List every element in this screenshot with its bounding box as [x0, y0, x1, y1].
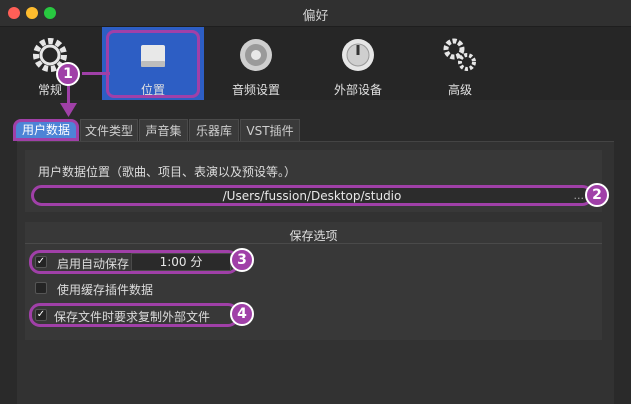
title-bar: 偏好	[0, 0, 631, 27]
location-highlight	[106, 30, 200, 98]
cache-plugin-checkbox[interactable]	[35, 282, 47, 294]
copy-external-checkbox[interactable]: ✓	[35, 309, 47, 321]
toolbar-label-external-devices: 外部设备	[333, 83, 382, 97]
location-path-field[interactable]: /Users/fussion/Desktop/studio ...	[31, 185, 593, 206]
cache-plugin-label: 使用缓存插件数据	[57, 283, 154, 297]
preferences-toolbar: 常规 位置 音频设置 外部设备 高级	[0, 27, 631, 100]
autosave-interval-field[interactable]: 1:00 分	[131, 253, 231, 271]
annotation-badge-2: 2	[585, 183, 609, 207]
toolbar-label-advanced: 高级	[447, 83, 472, 97]
toolbar-item-advanced[interactable]: 高级	[426, 27, 494, 100]
tab-instrument-library[interactable]: 乐器库	[189, 119, 239, 141]
window-title: 偏好	[302, 9, 329, 24]
autosave-checkbox[interactable]: ✓	[35, 256, 47, 268]
toolbar-label-audio: 音频设置	[231, 83, 280, 97]
gears-icon	[443, 38, 476, 71]
speaker-icon	[240, 39, 272, 71]
arrow-down-icon	[60, 103, 77, 117]
tab-user-data[interactable]: 用户数据	[13, 119, 79, 141]
browse-button[interactable]: ...	[574, 188, 585, 204]
toolbar-item-external-devices[interactable]: 外部设备	[324, 27, 392, 100]
autosave-label: 启用自动保存	[57, 257, 130, 271]
tab-vst-plugins[interactable]: VST插件	[240, 119, 300, 141]
annotation-badge-3: 3	[230, 248, 254, 272]
save-options-title: 保存选项	[289, 229, 338, 243]
dial-icon	[342, 39, 374, 71]
location-path-value: /Users/fussion/Desktop/studio	[222, 189, 402, 203]
section-divider	[25, 243, 602, 244]
toolbar-item-audio[interactable]: 音频设置	[222, 27, 290, 100]
copy-external-label: 保存文件时要求复制外部文件	[54, 310, 211, 324]
annotation-connector	[82, 72, 110, 75]
tab-sound-sets[interactable]: 声音集	[139, 119, 188, 141]
annotation-badge-1: 1	[56, 62, 80, 86]
location-label: 用户数据位置（歌曲、项目、表演以及预设等。）	[38, 165, 297, 179]
tab-file-types[interactable]: 文件类型	[80, 119, 138, 141]
annotation-badge-4: 4	[230, 302, 254, 326]
